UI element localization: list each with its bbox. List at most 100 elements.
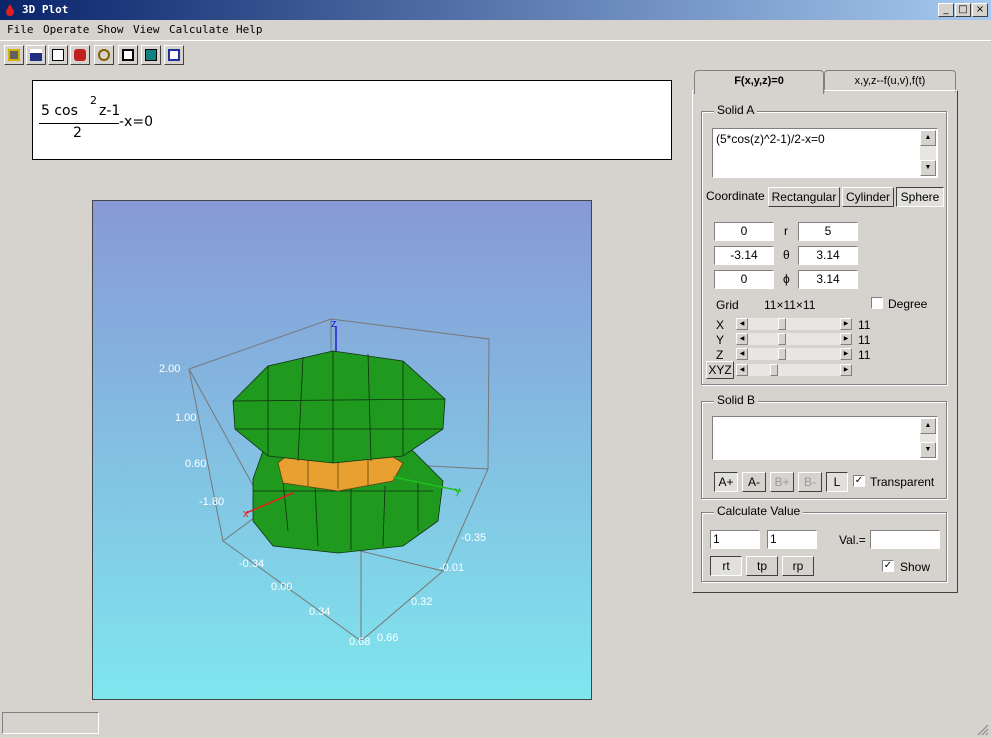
rp-button[interactable]: rp — [782, 556, 814, 576]
xyz-button[interactable]: XYZ — [706, 361, 734, 379]
fraction-line — [39, 123, 119, 124]
cylinder-button[interactable]: Cylinder — [842, 187, 894, 207]
a-minus-button[interactable]: A- — [742, 472, 766, 492]
scroll-right-icon[interactable]: ▶ — [840, 364, 852, 376]
sphere-button[interactable]: Sphere — [896, 187, 944, 207]
menu-help[interactable]: Help — [236, 23, 263, 36]
scroll-right-icon[interactable]: ▶ — [840, 318, 852, 330]
b-minus-button[interactable]: B- — [798, 472, 822, 492]
menu-calculate[interactable]: Calculate — [169, 23, 229, 36]
solid-a-scrollbar[interactable]: ▲ ▼ — [920, 130, 936, 176]
z-tick: 0.60 — [185, 458, 206, 470]
calculate-title: Calculate Value — [714, 504, 804, 518]
calc-input-1[interactable]: 1 — [710, 530, 760, 549]
solid-b-expression-input[interactable]: ▲ ▼ — [712, 416, 938, 460]
x-axis-label: x — [243, 508, 249, 520]
slider-xyz-thumb[interactable] — [770, 364, 778, 376]
phi-max-input[interactable]: 3.14 — [798, 270, 858, 289]
print-button[interactable] — [4, 45, 24, 65]
rt-button[interactable]: rt — [710, 556, 742, 576]
slider-z-thumb[interactable] — [778, 348, 786, 360]
menu-bar: File Operate Show View Calculate Help — [0, 20, 991, 39]
solid-a-group: Solid A (5*cos(z)^2-1)/2-x=0 ▲ ▼ Coordin… — [701, 103, 947, 385]
rotate-button[interactable] — [94, 45, 114, 65]
b-plus-button[interactable]: B+ — [770, 472, 794, 492]
solid-a-upper — [232, 350, 446, 464]
theta-max-input[interactable]: 3.14 — [798, 246, 858, 265]
scroll-up-icon[interactable]: ▲ — [920, 130, 936, 146]
scroll-up-icon[interactable]: ▲ — [920, 418, 936, 434]
slider-x-thumb[interactable] — [778, 318, 786, 330]
tp-button[interactable]: tp — [746, 556, 778, 576]
degree-checkbox[interactable] — [871, 297, 883, 309]
theta-min-input[interactable]: -3.14 — [714, 246, 774, 265]
degree-label: Degree — [888, 297, 928, 311]
r-symbol: r — [784, 224, 788, 238]
slider-y-thumb[interactable] — [778, 333, 786, 345]
window-button[interactable] — [164, 45, 184, 65]
slider-y-label: Y — [716, 333, 725, 347]
solid-b-title: Solid B — [714, 393, 759, 407]
x-tick: 0.68 — [349, 636, 370, 648]
export-button[interactable] — [118, 45, 138, 65]
slider-x[interactable]: ◀ ▶ — [736, 318, 852, 330]
scroll-right-icon[interactable]: ▶ — [840, 333, 852, 345]
y-axis-label: y — [455, 485, 461, 497]
show-label: Show — [900, 560, 931, 574]
menu-file[interactable]: File — [7, 23, 34, 36]
phi-symbol: ϕ — [783, 272, 790, 286]
calc-input-2[interactable]: 1 — [767, 530, 817, 549]
rectangular-button[interactable]: Rectangular — [768, 187, 840, 207]
scroll-left-icon[interactable]: ◀ — [736, 348, 748, 360]
menu-view[interactable]: View — [133, 23, 160, 36]
slider-y[interactable]: ◀ ▶ — [736, 333, 852, 345]
minimize-button[interactable]: _ — [938, 3, 954, 17]
phi-min-input[interactable]: 0 — [714, 270, 774, 289]
print-preview-button[interactable] — [48, 45, 68, 65]
r-min-input[interactable]: 0 — [714, 222, 774, 241]
scroll-down-icon[interactable]: ▼ — [920, 442, 936, 458]
solid-a-expression-input[interactable]: (5*cos(z)^2-1)/2-x=0 ▲ ▼ — [712, 128, 938, 178]
slider-z[interactable]: ◀ ▶ — [736, 348, 852, 360]
maximize-button[interactable]: □ — [955, 3, 971, 17]
r-max-input[interactable]: 5 — [798, 222, 858, 241]
scroll-left-icon[interactable]: ◀ — [736, 333, 748, 345]
slider-xyz[interactable]: ◀ ▶ — [736, 364, 852, 376]
menu-operate[interactable]: Operate — [43, 23, 89, 36]
x-tick: -0.34 — [239, 558, 264, 570]
solid-a-title: Solid A — [714, 103, 758, 117]
toolbar — [0, 40, 991, 66]
z-tick: -1.80 — [199, 496, 224, 508]
scroll-left-icon[interactable]: ◀ — [736, 318, 748, 330]
print-icon — [8, 49, 20, 61]
l-button[interactable]: L — [826, 472, 848, 492]
title-bar: 3D Plot _ □ × — [0, 0, 991, 20]
val-label: Val.= — [839, 533, 866, 547]
scroll-left-icon[interactable]: ◀ — [736, 364, 748, 376]
solid-b-scrollbar[interactable]: ▲ ▼ — [920, 418, 936, 458]
menu-show[interactable]: Show — [97, 23, 124, 36]
resize-grip-icon[interactable] — [975, 722, 989, 736]
transparent-checkbox[interactable]: ✓ — [853, 475, 865, 487]
show-checkbox[interactable]: ✓ — [882, 560, 894, 572]
solid-b-group: Solid B ▲ ▼ A+ A- B+ B- L ✓ Transparent — [701, 393, 947, 499]
paint-button[interactable] — [70, 45, 90, 65]
book-icon — [145, 49, 157, 61]
close-button[interactable]: × — [972, 3, 988, 17]
window-title: 3D Plot — [22, 3, 69, 16]
tab-implicit-function[interactable]: F(x,y,z)=0 — [694, 70, 824, 94]
tab-parametric[interactable]: x,y,z--f(u,v),f(t) — [824, 70, 956, 92]
save-button[interactable] — [26, 45, 46, 65]
print-preview-icon — [52, 49, 64, 61]
settings-panel: Solid A (5*cos(z)^2-1)/2-x=0 ▲ ▼ Coordin… — [692, 90, 958, 593]
plot-canvas[interactable]: z y x 2.00 1.00 0.60 -1.80 -0.34 0.00 0.… — [92, 200, 592, 700]
a-plus-button[interactable]: A+ — [714, 472, 738, 492]
book-button[interactable] — [141, 45, 161, 65]
calculate-group: Calculate Value 1 1 Val.= rt tp rp ✓ Sho… — [701, 504, 947, 582]
scroll-right-icon[interactable]: ▶ — [840, 348, 852, 360]
status-bar — [2, 712, 99, 734]
val-output — [870, 530, 940, 549]
grid-value: 11×11×11 — [764, 298, 816, 312]
formula-denominator: 2 — [73, 125, 82, 141]
scroll-down-icon[interactable]: ▼ — [920, 160, 936, 176]
